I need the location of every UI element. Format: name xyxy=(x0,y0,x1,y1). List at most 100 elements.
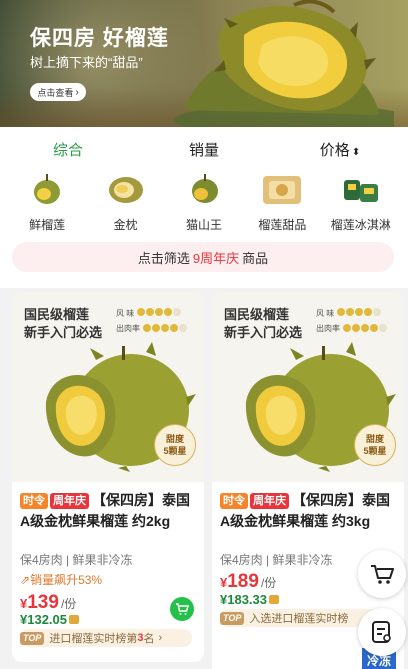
product-price: ¥139/份 xyxy=(20,592,76,614)
tab-price[interactable]: 价格 ⬍ xyxy=(272,139,408,160)
category-durian-ice-cream[interactable]: 榴莲冰淇淋 xyxy=(327,172,395,240)
tab-comprehensive[interactable]: 综合 xyxy=(0,139,136,160)
product-image-subline: 新手入门必选 xyxy=(24,326,103,341)
rating-dot xyxy=(373,308,382,317)
top-badge: TOP xyxy=(220,611,245,625)
rating-dot xyxy=(343,323,351,332)
yield-label: 出肉率 xyxy=(316,324,340,334)
tab-price-label: 价格 xyxy=(319,142,350,159)
member-price-value: ¥132.05 xyxy=(20,612,67,627)
floating-cart-button[interactable] xyxy=(358,550,406,598)
add-to-cart-button[interactable] xyxy=(170,597,194,621)
sweetness-value: 5颗星 xyxy=(363,446,387,456)
rating-dot xyxy=(137,308,146,317)
product-image-headline: 国民级榴莲 xyxy=(224,308,290,323)
order-list-icon xyxy=(372,621,391,643)
rating-dot xyxy=(355,308,364,317)
rating-dot xyxy=(143,323,151,332)
rating-dot xyxy=(173,308,182,317)
member-price: ¥183.33 xyxy=(220,592,279,607)
yield-rating-dots xyxy=(143,322,188,337)
vip-icon xyxy=(69,615,79,624)
flavor-label: 风 味 xyxy=(316,309,335,318)
durian-banner-illustration xyxy=(174,0,394,127)
price-value: 189 xyxy=(227,571,259,592)
chevron-right-icon: › xyxy=(75,86,79,98)
flavor-rating-dots xyxy=(137,306,182,321)
filter-highlight: 9周年庆 xyxy=(192,250,240,266)
yield-label: 出肉率 xyxy=(116,324,140,334)
durian-ice-cream-icon xyxy=(339,172,383,206)
product-rating-meta: 风 味 出肉率 xyxy=(116,306,188,337)
rating-dot xyxy=(152,323,160,332)
price-unit: /份 xyxy=(60,597,77,611)
sweetness-badge: 甜度 5颗星 xyxy=(354,424,396,466)
rating-dot xyxy=(155,308,164,317)
rank-badge[interactable]: TOP 进口榴莲实时榜第 3 名 › xyxy=(20,629,192,647)
anniversary-filter-bar[interactable]: 点击筛选 9周年庆 商品 xyxy=(12,242,394,272)
category-label: 榴莲甜品 xyxy=(258,218,307,232)
category-label: 鲜榴莲 xyxy=(29,218,66,232)
rating-dot xyxy=(346,308,355,317)
category-label: 金枕 xyxy=(113,218,138,232)
product-title-block: 时令 周年庆 【保四房】泰国A级金枕鲜果榴莲 约2kg xyxy=(20,490,200,532)
durian-dessert-icon xyxy=(260,172,304,206)
rank-suffix: 名 xyxy=(143,633,155,645)
rating-dot xyxy=(146,308,155,317)
category-fresh-durian[interactable]: 鲜榴莲 xyxy=(13,172,81,240)
product-price: ¥189/份 xyxy=(220,571,276,593)
tab-sales[interactable]: 销量 xyxy=(136,139,272,160)
rating-dot xyxy=(170,323,178,332)
rating-dot xyxy=(179,323,187,332)
seasonal-tag: 时令 xyxy=(20,493,48,509)
rating-dot xyxy=(161,323,169,332)
sales-trend: ⇗销量飙升53% xyxy=(20,571,102,588)
cart-icon xyxy=(176,603,189,615)
whole-durian-icon xyxy=(25,172,69,206)
product-card[interactable]: 国民级榴莲 新手入门必选 风 味 出肉率 甜度 5颗星 时令 周年庆 【保四房】… xyxy=(12,292,204,662)
rating-dot xyxy=(164,308,173,317)
page: 保四房 好榴莲 树上摘下来的“甜品” 点击查看 › 综合 销量 价格 ⬍ 鲜榴莲 … xyxy=(0,0,408,669)
rating-dot xyxy=(364,308,373,317)
floating-order-button[interactable] xyxy=(358,608,406,656)
banner-title: 保四房 好榴莲 xyxy=(30,27,169,50)
product-image: 国民级榴莲 新手入门必选 风 味 出肉率 甜度 5颗星 xyxy=(212,292,404,482)
sweetness-value: 5颗星 xyxy=(163,446,187,456)
product-rating-meta: 风 味 出肉率 xyxy=(316,306,388,337)
rating-dot xyxy=(352,323,360,332)
category-musang-king[interactable]: 猫山王 xyxy=(170,172,238,240)
banner-subtitle: 树上摘下来的“甜品” xyxy=(30,55,143,70)
sort-up-down-icon: ⬍ xyxy=(351,147,361,158)
member-price-value: ¥183.33 xyxy=(220,592,267,607)
product-card[interactable]: 国民级榴莲 新手入门必选 风 味 出肉率 甜度 5颗星 时令 周年庆 【保四房】… xyxy=(212,292,404,662)
flavor-rating-dots xyxy=(337,306,382,321)
product-title-block: 时令 周年庆 【保四房】泰国A级金枕鲜果榴莲 约3kg xyxy=(220,490,400,532)
sweetness-label: 甜度 xyxy=(365,434,384,444)
rating-dot xyxy=(337,308,346,317)
rating-dot xyxy=(361,323,369,332)
filter-prefix: 点击筛选 xyxy=(137,250,190,266)
rating-dot xyxy=(370,323,378,332)
product-image: 国民级榴莲 新手入门必选 风 味 出肉率 甜度 5颗星 xyxy=(12,292,204,482)
category-golden-pillow[interactable]: 金枕 xyxy=(92,172,160,240)
banner-view-button[interactable]: 点击查看 › xyxy=(30,83,86,101)
product-image-headline: 国民级榴莲 xyxy=(24,308,90,323)
category-durian-dessert[interactable]: 榴莲甜品 xyxy=(248,172,316,240)
member-price: ¥132.05 xyxy=(20,612,79,627)
category-label: 榴莲冰淇淋 xyxy=(330,218,391,232)
sort-tabs: 综合 销量 价格 ⬍ xyxy=(0,127,408,172)
product-image-subline: 新手入门必选 xyxy=(224,326,303,341)
yield-rating-dots xyxy=(343,322,388,337)
filter-suffix: 商品 xyxy=(242,250,269,266)
promo-banner[interactable]: 保四房 好榴莲 树上摘下来的“甜品” 点击查看 › xyxy=(0,0,408,127)
rank-text: 进口榴莲实时榜第 xyxy=(49,633,138,645)
banner-view-label: 点击查看 xyxy=(37,87,74,98)
musang-king-durian-icon xyxy=(182,172,226,206)
category-label: 猫山王 xyxy=(185,218,222,232)
flavor-label: 风 味 xyxy=(116,309,135,318)
price-unit: /份 xyxy=(260,576,277,590)
price-value: 139 xyxy=(27,592,59,613)
rank-text: 入选进口榴莲实时榜 xyxy=(249,613,349,625)
chevron-right-icon: › xyxy=(158,632,163,644)
golden-pillow-durian-icon xyxy=(104,172,148,206)
